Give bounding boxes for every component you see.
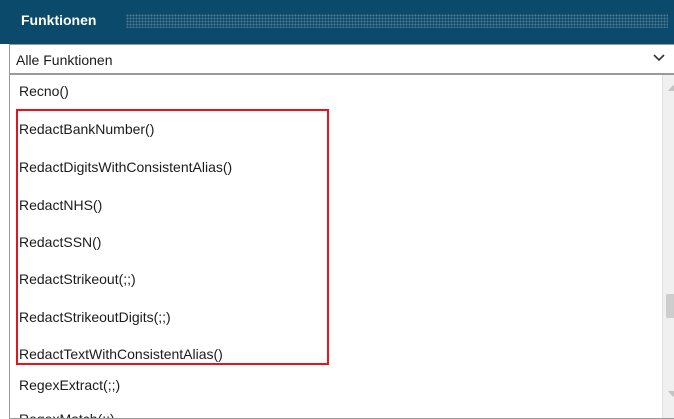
function-item-regex-match[interactable]: RegexMatch(;;) — [19, 407, 115, 418]
highlight-box — [16, 109, 329, 365]
scroll-down-arrow-icon[interactable] — [667, 389, 674, 399]
scrollbar-thumb[interactable] — [666, 294, 674, 318]
function-list[interactable]: Recno() RedactBankNumber() RedactDigitsW… — [9, 74, 674, 419]
function-item-regex-extract[interactable]: RegexExtract(;;) — [19, 373, 120, 397]
panel-header: Funktionen — [0, 0, 674, 44]
header-grip[interactable] — [126, 14, 668, 28]
panel-title: Funktionen — [21, 12, 97, 28]
chevron-down-icon[interactable] — [652, 51, 666, 65]
vertical-scrollbar[interactable] — [662, 75, 674, 418]
function-category-value: Alle Funktionen — [16, 52, 113, 68]
scroll-up-arrow-icon[interactable] — [667, 83, 674, 93]
function-item-recno[interactable]: Recno() — [19, 79, 69, 103]
functions-panel: Funktionen Alle Funktionen Recno() Redac… — [0, 0, 674, 419]
function-category-select[interactable]: Alle Funktionen — [9, 44, 674, 74]
